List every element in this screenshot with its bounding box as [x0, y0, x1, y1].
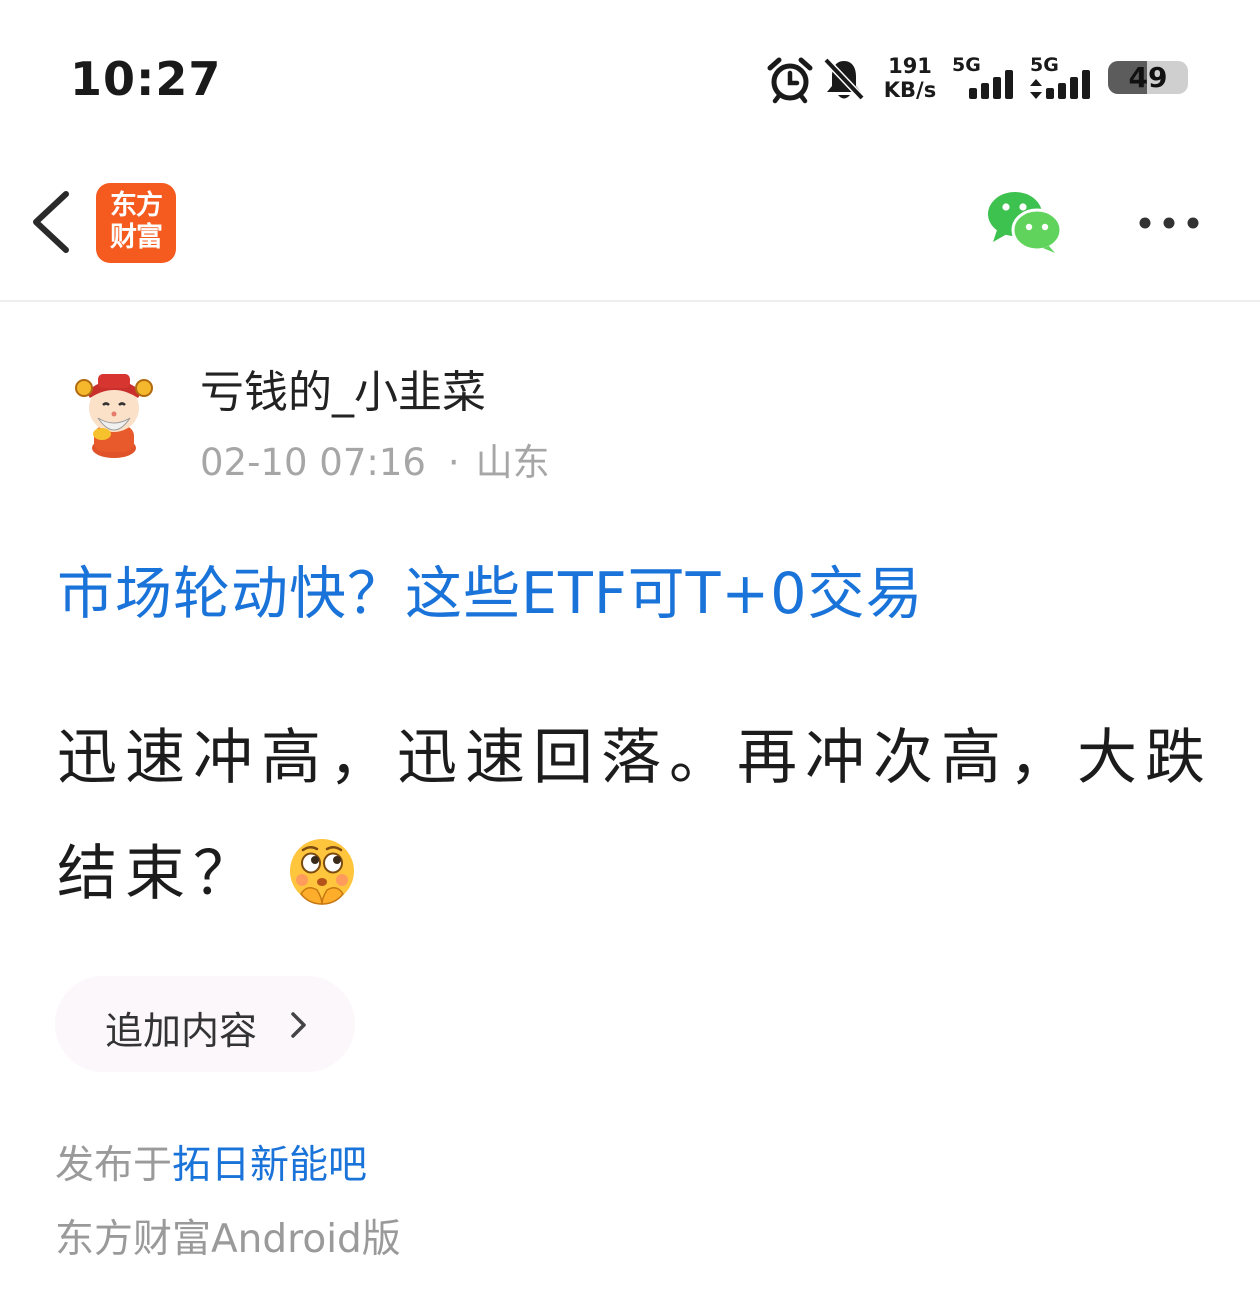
thinking-face-emoji-icon: [290, 839, 354, 905]
data-arrows-icon: [1030, 79, 1042, 99]
signal-icon: [1046, 70, 1090, 99]
client-source: 东方财富Android版: [55, 1217, 401, 1262]
append-content-label: 追加内容: [105, 1009, 258, 1053]
append-content-button[interactable]: 追加内容: [55, 976, 355, 1072]
promoted-link-title[interactable]: 市场轮动快？这些ETF可T+0交易: [57, 548, 923, 630]
post-location: 山东: [475, 441, 550, 484]
post-body: 迅速冲高，迅速回落。再冲次高，大跌结束？: [57, 700, 1217, 932]
more-dots-icon[interactable]: [1126, 206, 1216, 240]
post-body-text: 迅速冲高，迅速回落。再冲次高，大跌结束？: [57, 723, 1213, 909]
forum-link[interactable]: 拓日新能吧: [172, 1143, 367, 1188]
wechat-icon[interactable]: [985, 190, 1065, 254]
published-prefix: 发布于: [55, 1143, 173, 1188]
status-time: 10:27: [70, 52, 222, 106]
network-speed: 191 KB/s: [882, 54, 938, 102]
app-logo-line2: 财富: [110, 222, 163, 253]
app-logo[interactable]: 东方 财富: [96, 183, 176, 263]
battery-level: 49: [1128, 61, 1168, 94]
bell-muted-icon: [823, 57, 865, 101]
post-date: 02-10 07:16: [200, 441, 426, 484]
network-speed-unit: KB/s: [883, 78, 937, 102]
app-logo-line1: 东方: [110, 190, 163, 221]
post-meta: 02-10 07:16 · 山东: [200, 432, 550, 486]
published-in: 发布于拓日新能吧: [55, 1134, 367, 1190]
meta-separator: ·: [447, 441, 460, 484]
top-nav-bar: 东方 财富: [0, 150, 1260, 302]
signal-icon: [969, 70, 1013, 99]
author-username[interactable]: 亏钱的_小韭菜: [200, 356, 486, 420]
chevron-right-icon: [291, 1012, 306, 1038]
battery-indicator: 49: [1108, 61, 1188, 94]
avatar[interactable]: [72, 370, 156, 460]
network-speed-value: 191: [888, 54, 932, 78]
alarm-icon: [767, 57, 813, 104]
status-bar: 10:27 191 KB/s 5G 5G 49: [0, 0, 1260, 150]
back-chevron-icon[interactable]: [22, 186, 82, 258]
